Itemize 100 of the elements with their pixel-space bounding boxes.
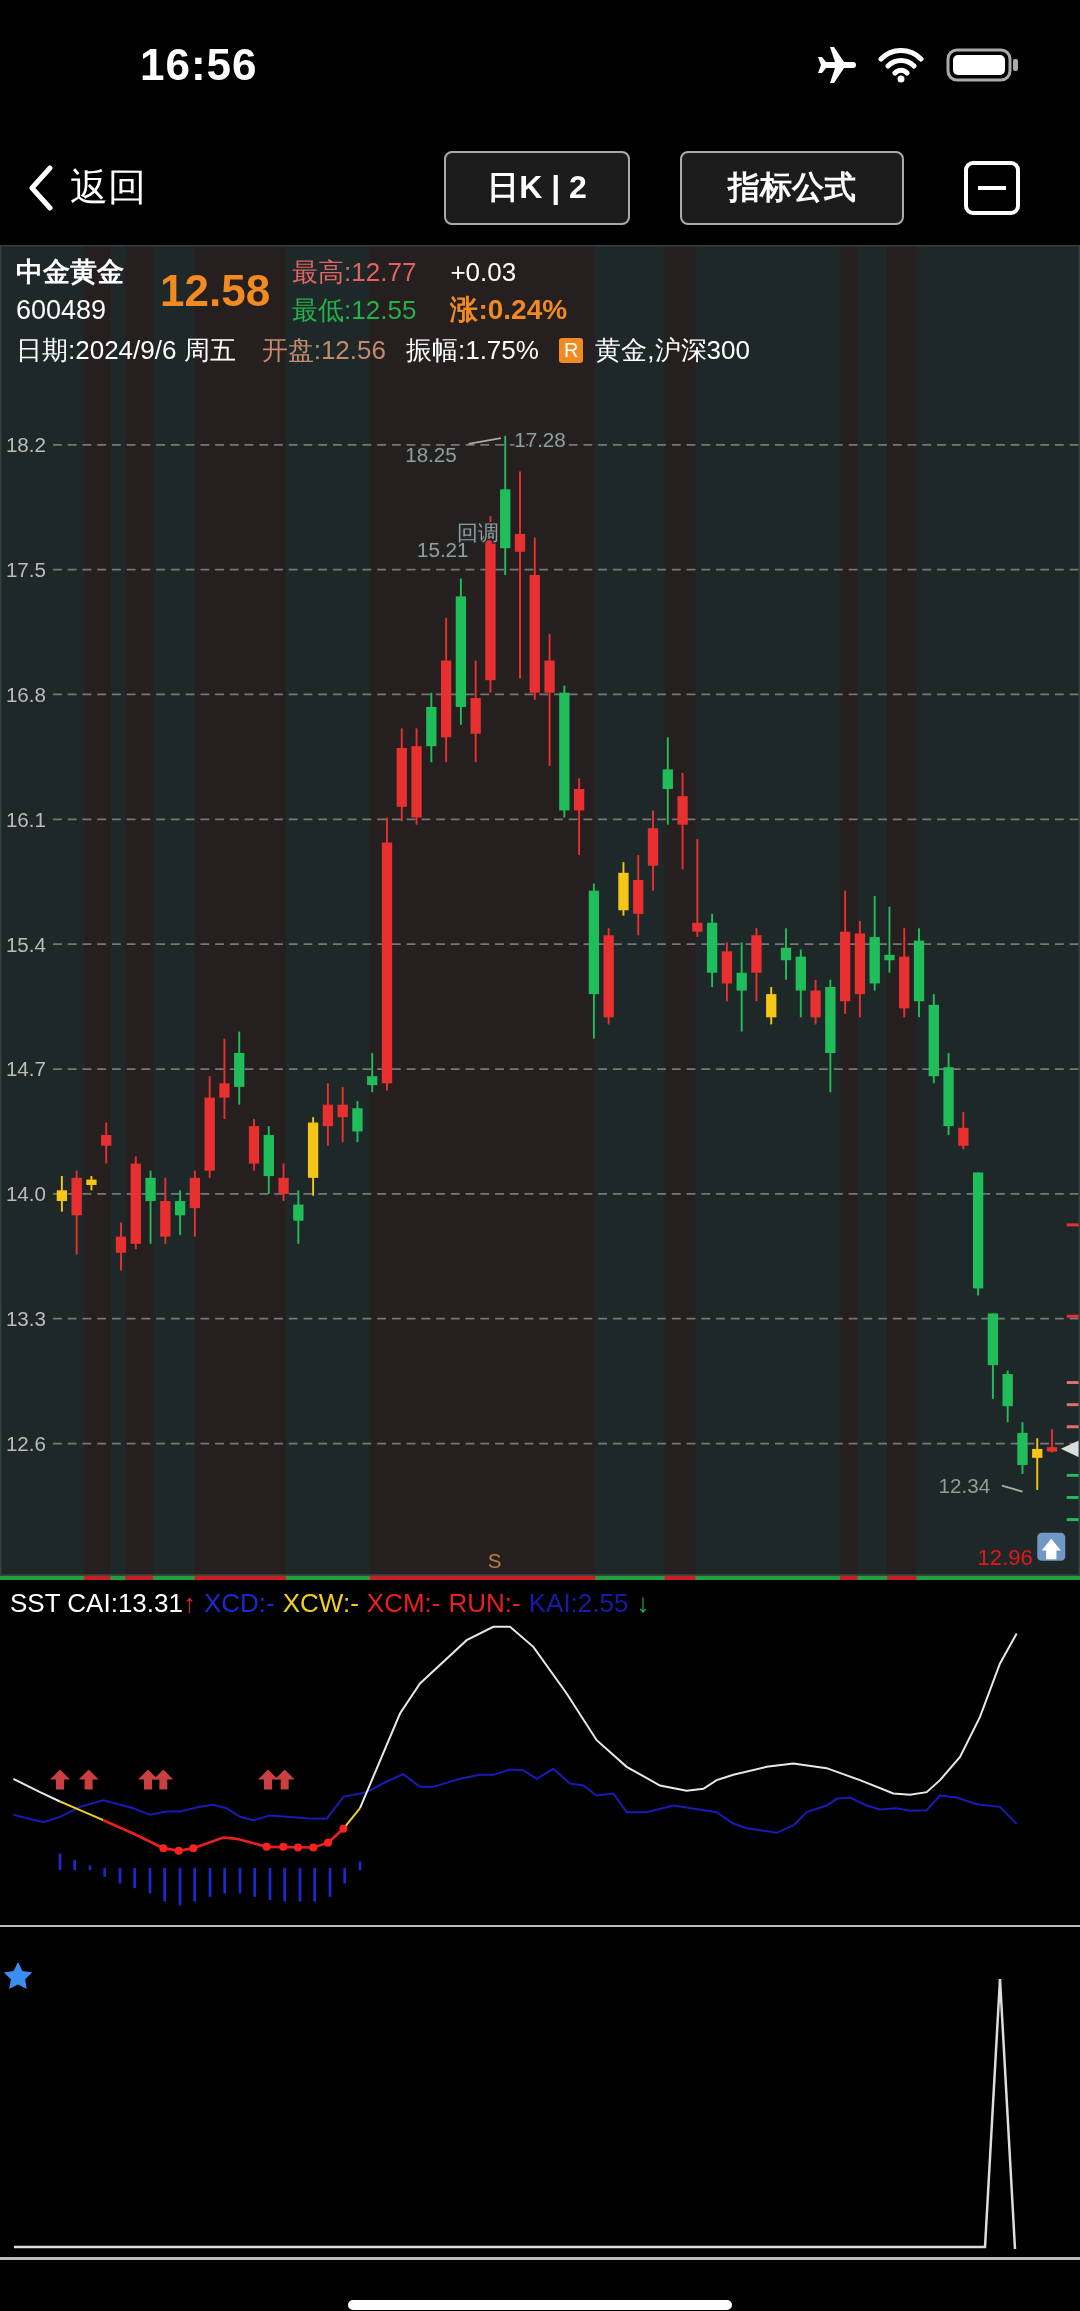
amplitude: 振幅:1.75% [405, 334, 539, 367]
sector-list: 黄金,沪深300 [595, 333, 750, 368]
legend-item: RUN:- [448, 1588, 521, 1619]
low-price: 最低:12.55 [292, 293, 417, 327]
candlestick [263, 1125, 274, 1195]
signal-marker: S [487, 1549, 502, 1573]
histogram-bar [358, 1861, 362, 1871]
price-annotation: 18.25 [405, 442, 457, 466]
candlestick [189, 1169, 201, 1238]
collapse-icon[interactable] [964, 160, 1020, 215]
high-price: 最高:12.77 [292, 255, 417, 289]
up-arrow-icon [258, 1769, 278, 1790]
candlestick [1032, 1437, 1043, 1491]
chevron-left-icon [28, 164, 54, 211]
candlestick [352, 1100, 363, 1144]
signal-segment [664, 1575, 696, 1580]
candlestick [1017, 1421, 1028, 1475]
xcw-line [59, 1800, 105, 1822]
histogram-bar [298, 1868, 302, 1902]
legend-item: KAI:2.55 [528, 1588, 629, 1619]
price-axis-label: 15.4 [5, 932, 46, 956]
candlestick [780, 927, 792, 981]
candlestick [160, 1176, 171, 1245]
price-axis-label: 13.3 [5, 1307, 46, 1331]
histogram-bar [118, 1868, 122, 1884]
legend-item: XCM:- [366, 1588, 441, 1619]
change-percent: 涨:0.24% [450, 293, 568, 327]
price-axis-label: 14.0 [5, 1182, 46, 1206]
up-arrow-icon [78, 1769, 99, 1790]
histogram-bar [103, 1868, 106, 1877]
histogram-bar [148, 1868, 152, 1894]
up-arrow-icon [274, 1769, 295, 1790]
price-change: +0.03 [450, 256, 518, 288]
wifi-icon [878, 47, 924, 83]
candlestick [293, 1189, 304, 1245]
histogram-bar [88, 1865, 92, 1871]
histogram-bar [313, 1868, 316, 1902]
formula-button[interactable]: 指标公式 [680, 150, 904, 225]
candlestick [958, 1110, 969, 1151]
tag-badge: R [558, 338, 584, 363]
current-price: 12.58 [160, 266, 271, 316]
price-pointer-icon [1060, 1440, 1080, 1458]
period-button[interactable]: 日K | 2 [444, 150, 630, 225]
price-annotation: 17.28 [514, 427, 566, 451]
trade-date: 日期:2024/9/6 周五 [16, 334, 236, 367]
histogram-bar [328, 1868, 332, 1897]
candlestick [795, 948, 806, 1019]
signal-segment [84, 1575, 111, 1580]
candlestick [618, 861, 629, 917]
last-price-label: 12.96 [977, 1545, 1033, 1571]
price-axis-label: 16.8 [5, 682, 46, 706]
price-annotation: 12.34 [938, 1474, 991, 1498]
leader-line [1001, 1484, 1024, 1493]
candlestick [101, 1121, 112, 1165]
candlestick [810, 978, 821, 1026]
histogram-bar [163, 1868, 166, 1902]
home-icon[interactable] [1037, 1532, 1066, 1561]
histogram-bar [208, 1868, 212, 1897]
histogram-bar [283, 1868, 286, 1902]
candlestick [322, 1082, 334, 1147]
up-arrow-icon [138, 1769, 158, 1790]
status-time: 16:56 [140, 40, 258, 90]
candlestick [337, 1085, 348, 1144]
price-axis-label: 18.2 [5, 433, 46, 457]
legend-item: XCW:- [282, 1588, 359, 1619]
histogram-bar [193, 1868, 196, 1902]
histogram-bar [58, 1853, 62, 1871]
legend-item: SST CAI:13.31 [10, 1588, 183, 1619]
candlestick [721, 941, 733, 1003]
histogram-bar [238, 1868, 242, 1894]
back-button[interactable]: 返回 [28, 162, 146, 213]
candlestick [56, 1175, 68, 1213]
star-icon [3, 1962, 33, 1990]
signal-segment [887, 1575, 917, 1580]
legend-item: ↓ [636, 1588, 650, 1619]
candlestick [1002, 1369, 1013, 1424]
open-price: 开盘:12.56 [261, 334, 386, 367]
price-axis-label: 17.5 [5, 558, 46, 581]
candlestick [766, 986, 777, 1026]
price-axis-label: 12.6 [5, 1431, 46, 1455]
signal-segment [125, 1575, 154, 1580]
legend-item: ↑ [182, 1588, 196, 1619]
signal-segment [839, 1575, 858, 1580]
candlestick [278, 1162, 289, 1202]
histogram-bar [223, 1868, 226, 1894]
stock-name: 中金黄金 [16, 256, 124, 289]
candlestick [884, 905, 895, 974]
price-axis-label: 16.1 [5, 807, 46, 831]
price-axis-label: 14.7 [5, 1057, 46, 1081]
histogram-bar [178, 1868, 182, 1906]
candlestick [174, 1189, 186, 1236]
battery-icon [946, 47, 1020, 83]
candlestick [248, 1118, 260, 1172]
up-arrow-icon [153, 1769, 174, 1790]
leader-line [467, 437, 502, 445]
histogram-bar [253, 1868, 256, 1897]
candlestick [367, 1052, 378, 1094]
histogram-bar [268, 1868, 272, 1901]
histogram-bar [343, 1868, 346, 1884]
candlestick [1046, 1428, 1058, 1454]
